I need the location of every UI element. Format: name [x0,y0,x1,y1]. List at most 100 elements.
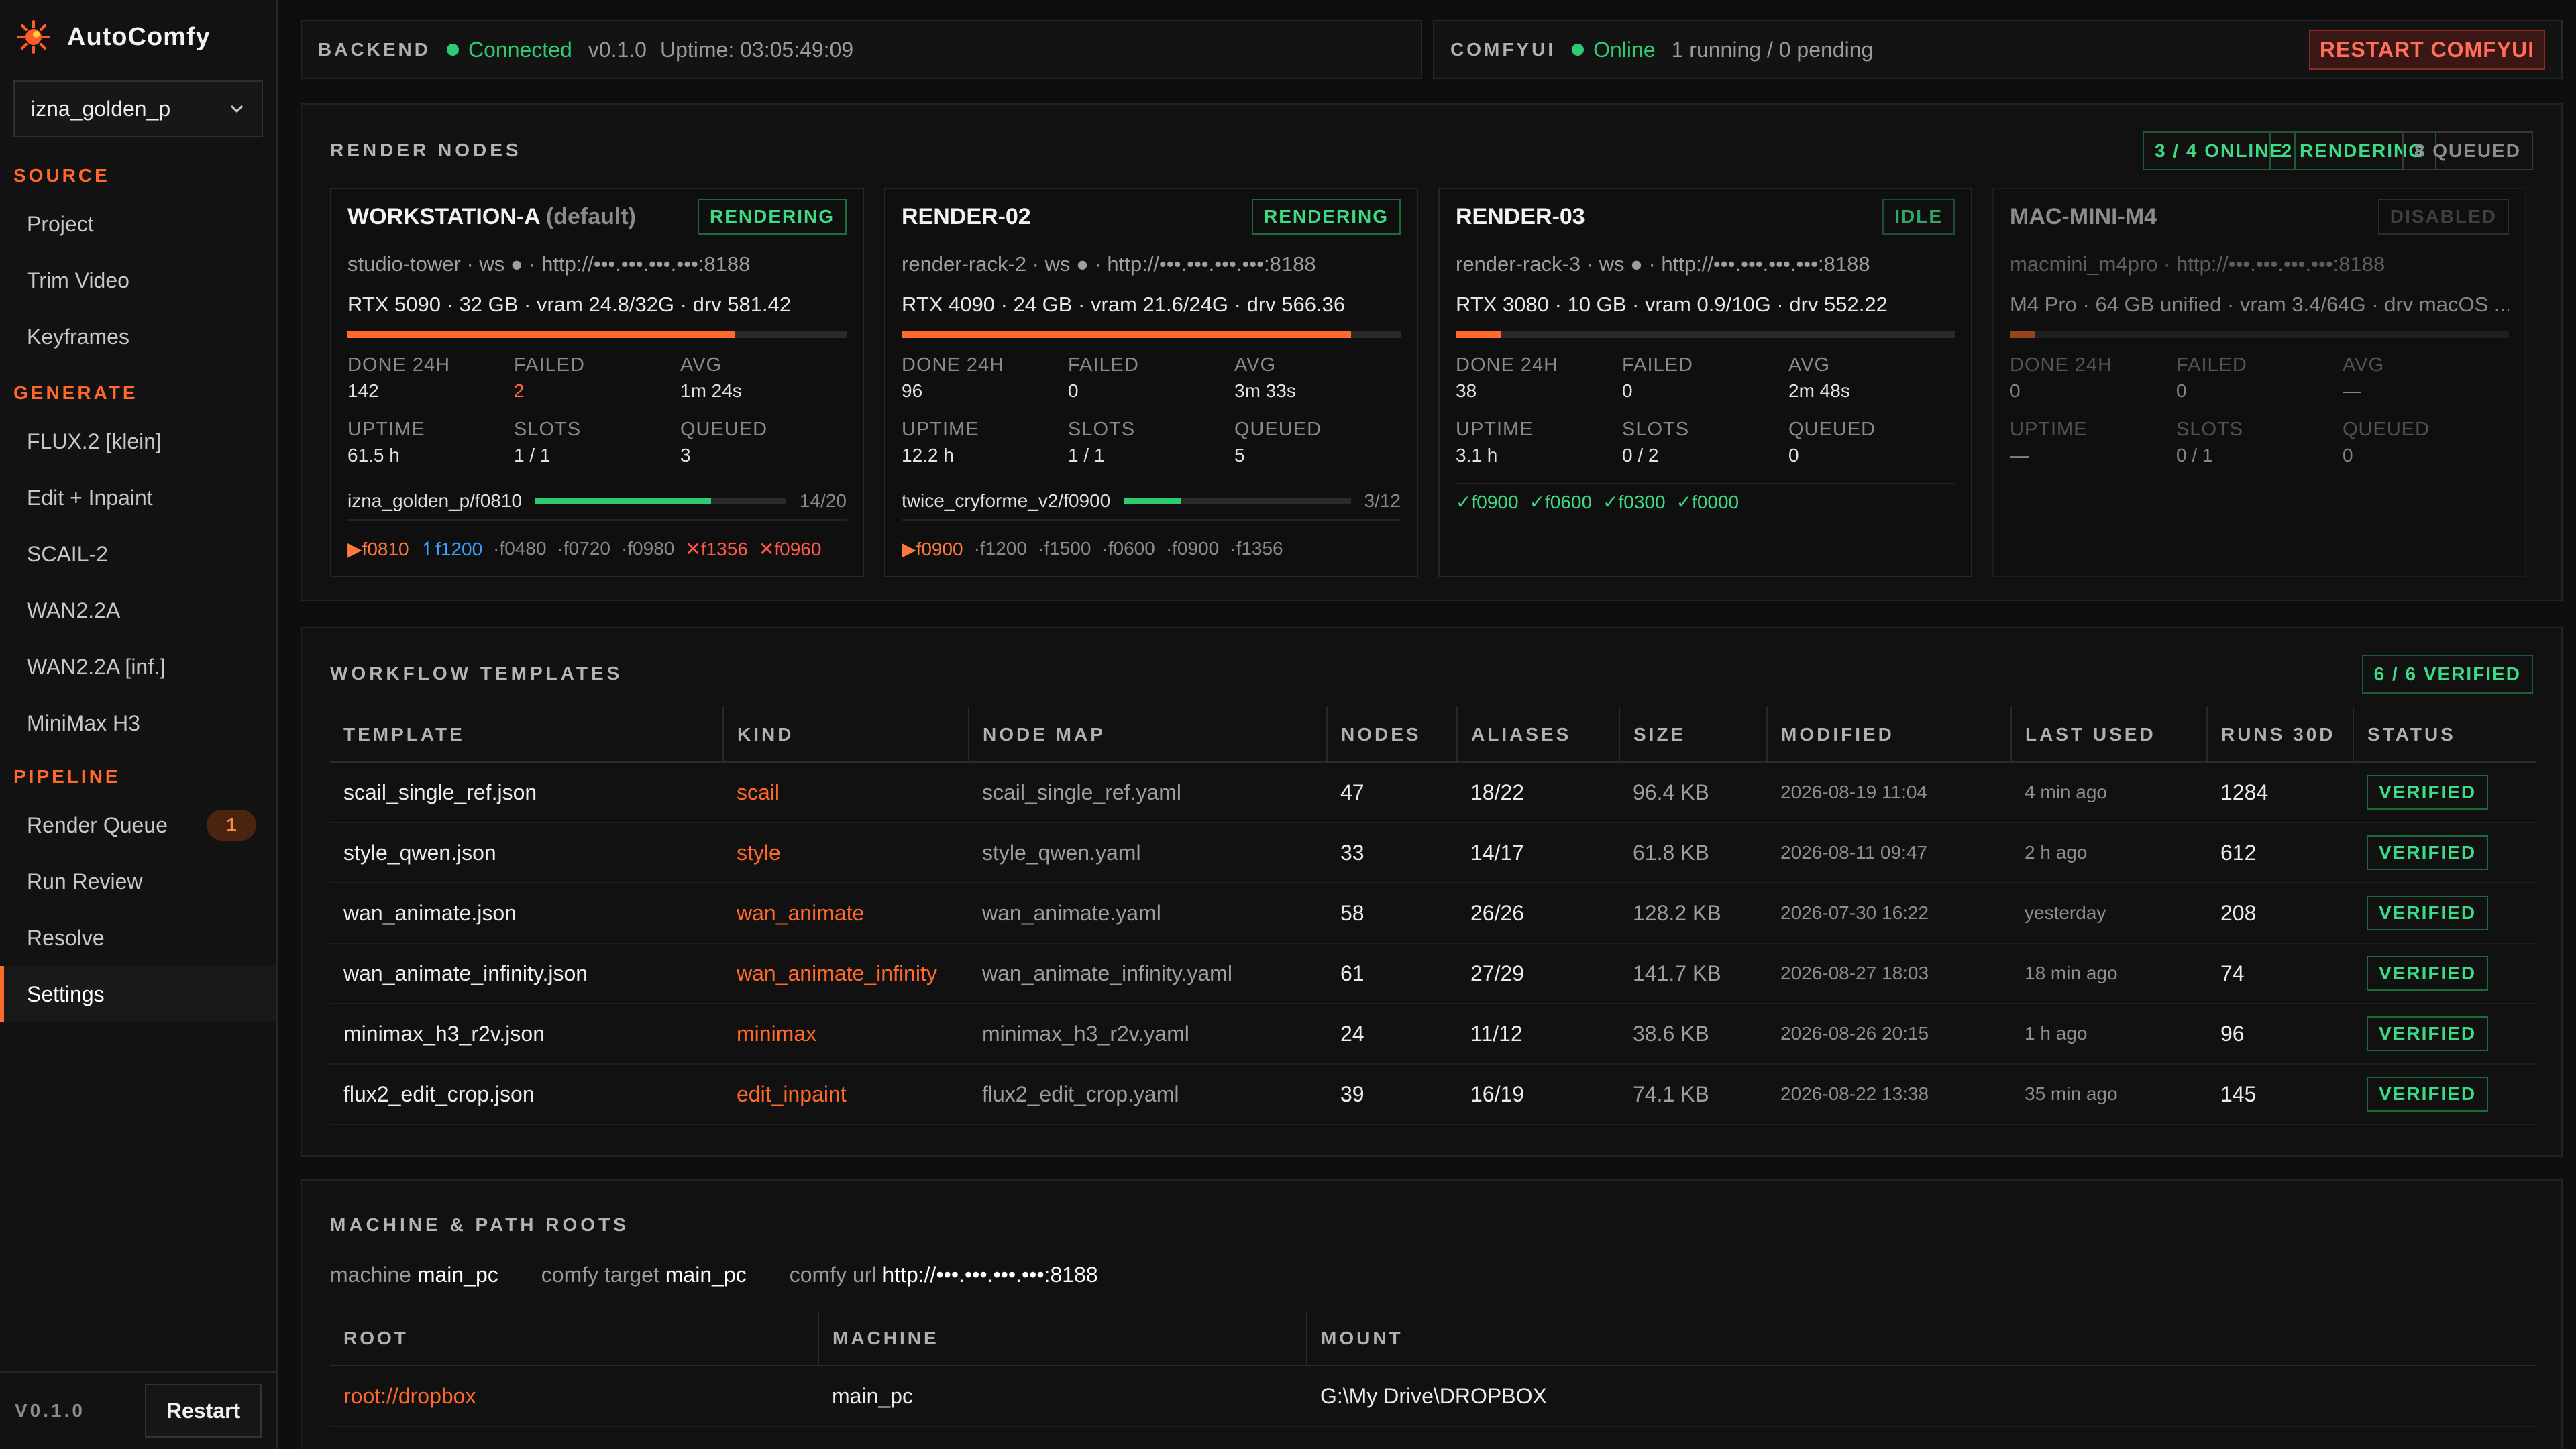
restart-button[interactable]: Restart [145,1384,262,1438]
stat-value: — [2010,445,2029,466]
column-header[interactable]: MACHINE [818,1311,1307,1366]
frame-chip[interactable]: ·f0600 [1102,538,1155,559]
node-card[interactable]: WORKSTATION-A (default) RENDERING studio-t… [330,188,864,577]
nav-label: Project [27,211,94,236]
node-map: style_qwen.yaml [969,822,1327,883]
root-mount: G:\My Drive\DROPBOX [1307,1366,2536,1427]
last-used: 2 h ago [2011,822,2207,883]
frame-chip[interactable]: ·f1500 [1038,538,1091,559]
frame-chip[interactable]: ✓f0900 [1456,491,1519,513]
comfy-url-value: http://•••.•••.•••.•••:8188 [882,1263,1098,1287]
frame-chip[interactable]: ·f1200 [974,538,1027,559]
nav-item-wan22a[interactable]: WAN2.2A [0,582,276,639]
frame-chip[interactable]: ▶f0900 [902,538,963,560]
project-select[interactable]: izna_golden_p [13,80,263,137]
stat-value: 142 [347,380,379,401]
column-header[interactable]: ROOT [330,1311,819,1366]
nav-item-project[interactable]: Project [0,196,276,252]
frame-chip[interactable]: ✓f0600 [1529,491,1593,513]
frame-chip[interactable]: ·f1356 [1230,538,1283,559]
node-count: 24 [1327,1004,1457,1065]
table-row[interactable]: wan_animate_infinity.json wan_animate_inf… [330,943,2536,1004]
frame-chip[interactable]: ·f0900 [1166,538,1219,559]
node-spec: RTX 5090 · 32 GB · vram 24.8/32G · drv 5… [347,292,792,316]
nav-item-keyframes[interactable]: Keyframes [0,309,276,365]
frame-chip[interactable]: ·f0480 [493,538,546,559]
machine-value: main_pc [417,1263,498,1287]
table-row[interactable]: flux2_edit_crop.json edit_inpaint flux2_ed… [330,1064,2536,1125]
column-header[interactable]: MODIFIED [1767,707,2012,763]
column-header[interactable]: RUNS 30D [2207,707,2354,763]
template-kind: minimax [723,1004,969,1065]
chevron-down-icon [230,105,244,113]
main-content: BACKEND Connected v0.1.0 Uptime: 03:05:4… [278,0,2576,1449]
frame-chip[interactable]: ✕f1356 [685,538,748,560]
stat-queued: QUEUED 3 [680,419,847,483]
runs-30d: 1284 [2207,762,2353,823]
backend-version: v0.1.0 [588,37,647,62]
stat-value: 2m 48s [1788,380,1850,401]
stat-label: UPTIME [2010,419,2088,440]
nav-item-minimax-h3[interactable]: MiniMax H3 [0,695,276,751]
vram-bar-fill [1456,331,1501,338]
nav-item-render-queue[interactable]: Render Queue 1 [0,797,276,853]
column-header[interactable]: KIND [723,707,969,763]
table-row[interactable]: minimax_h3_r2v.json minimax minimax_h3_r2v… [330,1004,2536,1065]
column-header[interactable]: MOUNT [1307,1311,2536,1366]
nav-label: Edit + Inpaint [27,485,153,510]
column-header[interactable]: ALIASES [1457,707,1620,763]
stat-label: SLOTS [1068,419,1136,440]
nav-item-run-review[interactable]: Run Review [0,853,276,910]
comfy-target-value: main_pc [665,1263,747,1287]
status: VERIFIED [2353,1064,2536,1125]
table-row[interactable]: wan_animate.json wan_animate wan_animate.y… [330,883,2536,944]
node-count: 39 [1327,1064,1457,1125]
stat-label: QUEUED [1788,419,1876,440]
node-card[interactable]: MAC-MINI-M4 DISABLED macmini_m4pro · http:… [1992,188,2526,577]
node-host: render-rack-2 · ws ● · http://•••.•••.••… [902,252,1316,276]
stat-uptime: UPTIME 61.5 h [347,419,514,483]
frame-chip[interactable]: ·f0980 [621,538,674,559]
node-card[interactable]: RENDER-02 RENDERING render-rack-2 · ws ● ·… [884,188,1418,577]
stat-value: 0 [2343,445,2353,466]
frame-chip[interactable]: ▶f0810 [347,538,409,560]
node-map: wan_animate_infinity.yaml [969,943,1327,1004]
project-select-value: izna_golden_p [31,96,171,121]
frame-chip[interactable]: ·f0720 [557,538,610,559]
machine-info: machine main_pc [330,1263,498,1287]
nav-item-trim-video[interactable]: Trim Video [0,252,276,309]
comfyui-jobs: 1 running / 0 pending [1671,37,1874,62]
stat-uptime: UPTIME 12.2 h [902,419,1068,483]
verified-badge: VERIFIED [2367,1077,2489,1112]
path-roots-header-row: ROOT MACHINE MOUNT [330,1311,2536,1366]
stat-done: DONE 24H 0 [2010,354,2176,419]
status: VERIFIED [2353,883,2536,944]
stat-label: QUEUED [2343,419,2430,440]
frame-chip[interactable]: ✕f0960 [759,538,822,560]
column-header[interactable]: SIZE [1619,707,1768,763]
stat-value: 3m 33s [1234,380,1296,401]
nav-item-settings[interactable]: Settings [0,966,276,1022]
stat-label: QUEUED [1234,419,1322,440]
column-header[interactable]: NODE MAP [969,707,1328,763]
nav-item-flux2-klein[interactable]: FLUX.2 [klein] [0,413,276,470]
nav-item-edit-inpaint[interactable]: Edit + Inpaint [0,470,276,526]
nav-item-resolve[interactable]: Resolve [0,910,276,966]
job-name: twice_cryforme_v2/f0900 [902,490,1111,511]
frame-chip[interactable]: ✓f0000 [1676,491,1739,513]
column-header[interactable]: NODES [1327,707,1458,763]
restart-comfyui-button[interactable]: RESTART COMFYUI [2309,30,2545,70]
render-nodes-title: RENDER NODES [330,140,522,160]
table-row[interactable]: root://dropbox main_pc G:\My Drive\DROPBOX [330,1366,2536,1427]
table-row[interactable]: style_qwen.json style style_qwen.yaml 33 14/… [330,822,2536,883]
nav-item-wan22a-inf[interactable]: WAN2.2A [inf.] [0,639,276,695]
column-header[interactable]: TEMPLATE [330,707,724,763]
column-header[interactable]: LAST USED [2011,707,2208,763]
frame-chip[interactable]: ↿f1200 [420,538,483,560]
table-row[interactable]: scail_single_ref.json scail scail_single_r… [330,762,2536,823]
file-size: 141.7 KB [1619,943,1767,1004]
column-header[interactable]: STATUS [2353,707,2536,763]
frame-chip[interactable]: ✓f0300 [1603,491,1666,513]
nav-item-scail-2[interactable]: SCAIL-2 [0,526,276,582]
node-card[interactable]: RENDER-03 IDLE render-rack-3 · ws ● · http… [1438,188,1972,577]
